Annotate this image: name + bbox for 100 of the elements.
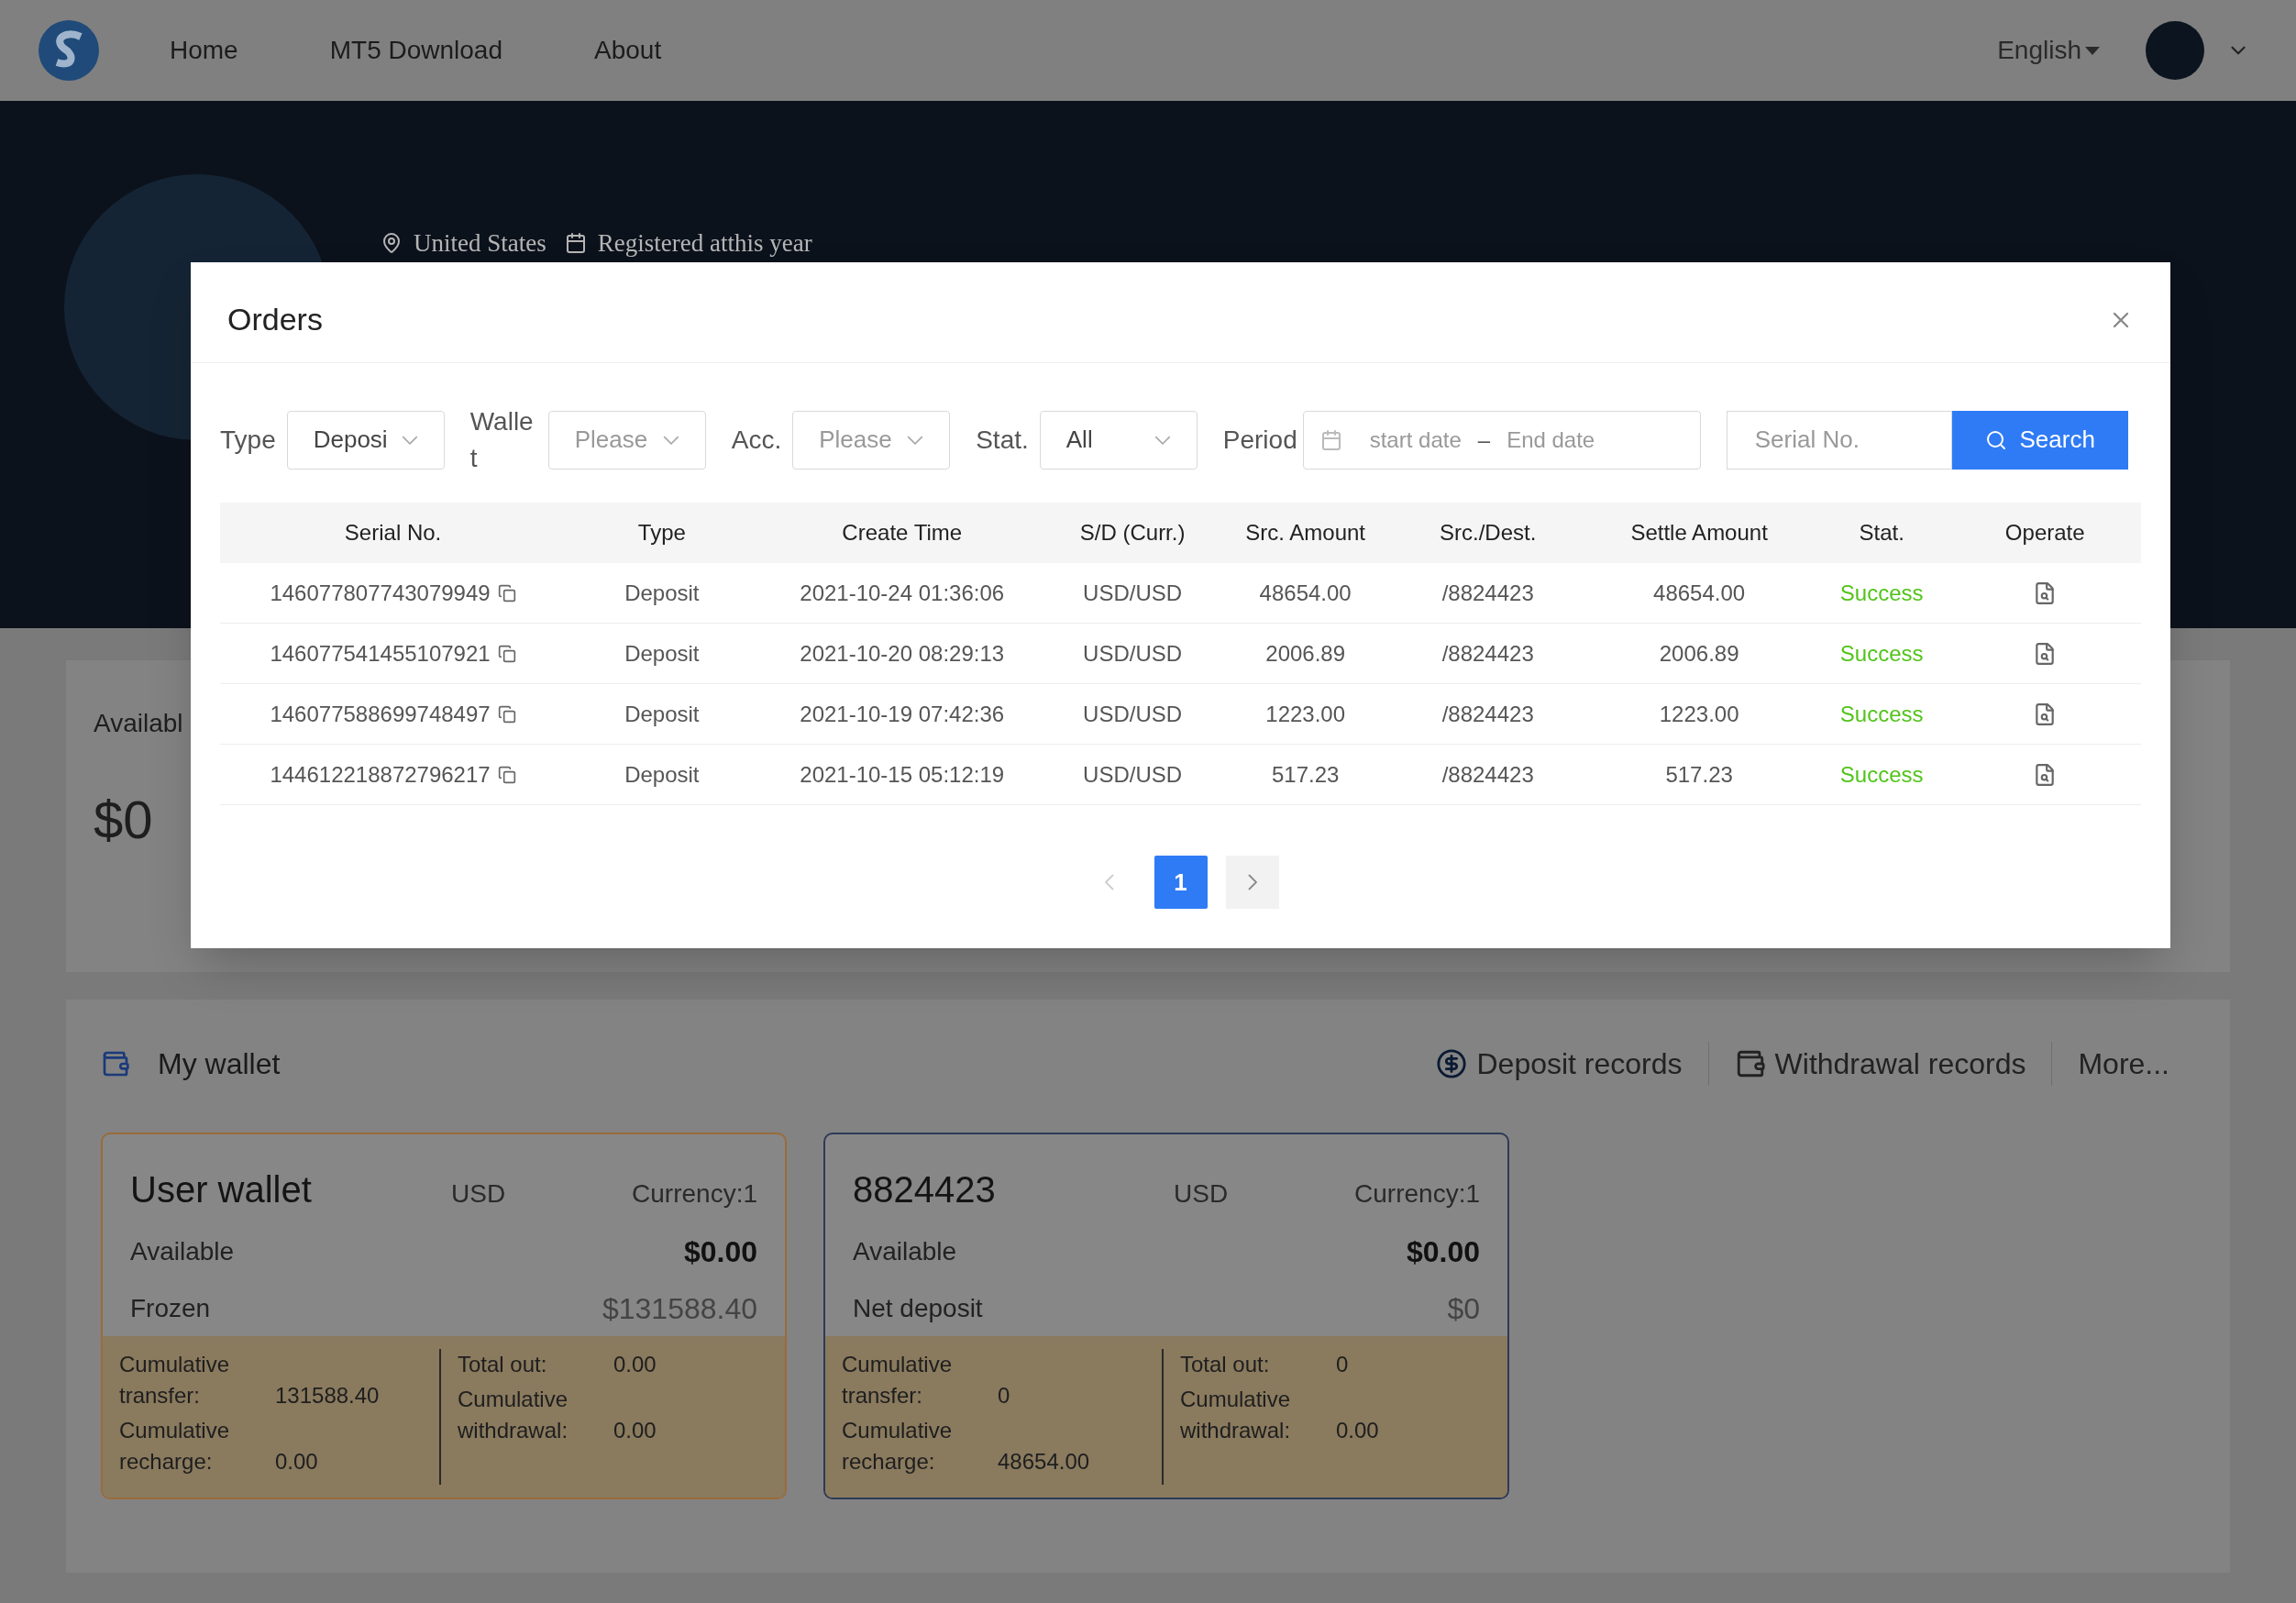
records-link[interactable]: More... bbox=[2078, 1042, 2169, 1086]
caret-icon bbox=[401, 435, 418, 445]
column-header: S/D (Curr.) bbox=[1078, 519, 1187, 547]
serial-number-field[interactable]: Serial No. bbox=[1726, 410, 1952, 470]
coin-icon bbox=[1436, 1048, 1468, 1079]
filter-dropdown[interactable]: Please bbox=[547, 410, 706, 470]
table-cell-text: 146077541455107921 bbox=[270, 639, 491, 668]
language-dropdown[interactable]: English bbox=[1997, 31, 2100, 70]
wallet-name: 8824423 bbox=[853, 1168, 997, 1211]
column-header: Type bbox=[636, 519, 687, 547]
table-cell-text: 48654.00 bbox=[1652, 579, 1747, 607]
table-cell-text: 2021-10-15 05:12:19 bbox=[799, 760, 1006, 789]
stat-value: 0 bbox=[998, 1382, 1010, 1410]
summary-value: $0 bbox=[94, 789, 153, 851]
dialog-title: Orders bbox=[227, 301, 323, 338]
filter-label: Period bbox=[1222, 424, 1297, 456]
table-cell-text: /8824423 bbox=[1441, 639, 1535, 668]
column-header: Src. Amount bbox=[1244, 519, 1367, 547]
table-cell-text: 144612218872796217 bbox=[270, 760, 491, 789]
table-cell-text: USD/USD bbox=[1082, 760, 1184, 789]
chevron-left-icon bbox=[1104, 874, 1114, 890]
table-cell-text: Deposit bbox=[624, 760, 701, 789]
table-cell-text: 1223.00 bbox=[1658, 700, 1740, 728]
summary-label: Availabl bbox=[94, 708, 183, 739]
records-link[interactable]: Deposit records bbox=[1476, 1042, 1683, 1086]
table-cell-text: 2021-10-24 01:36:06 bbox=[799, 579, 1006, 607]
caret-icon bbox=[907, 435, 924, 445]
table-cell-text: 517.23 bbox=[1270, 760, 1341, 789]
column-header: Stat. bbox=[1858, 519, 1905, 547]
copy-icon[interactable] bbox=[497, 583, 516, 603]
stat-value: 0.00 bbox=[613, 1417, 657, 1444]
stat-label: Total out: bbox=[458, 1351, 548, 1378]
stat-value: 48654.00 bbox=[998, 1448, 1090, 1476]
balance-value: $0.00 bbox=[1406, 1234, 1480, 1270]
wallet-icon bbox=[101, 1049, 130, 1078]
status-text: Success bbox=[1838, 579, 1925, 607]
nav-link[interactable]: Home bbox=[170, 31, 238, 70]
table-cell-text: USD/USD bbox=[1082, 579, 1184, 607]
stat-label: Cumulative recharge: bbox=[842, 1417, 954, 1476]
currency-count: Currency:1 bbox=[632, 1178, 757, 1210]
column-header: Serial No. bbox=[343, 519, 443, 547]
section-title: My wallet bbox=[158, 1046, 281, 1082]
filter-label: Wallet bbox=[469, 405, 535, 474]
filter-dropdown[interactable]: All bbox=[1039, 410, 1198, 470]
copy-icon[interactable] bbox=[497, 704, 516, 724]
table-cell-text: 2006.89 bbox=[1264, 639, 1347, 668]
table-cell-text: 146077807743079949 bbox=[270, 579, 491, 607]
date-range-field[interactable]: start date – End date bbox=[1302, 410, 1701, 470]
balance-label: Available bbox=[853, 1236, 957, 1267]
stat-label: Cumulative withdrawal: bbox=[1180, 1386, 1292, 1444]
stat-value: 0.00 bbox=[1336, 1417, 1379, 1444]
chevron-right-icon bbox=[1247, 874, 1257, 890]
balance-label: Net deposit bbox=[853, 1293, 983, 1324]
currency-code: USD bbox=[451, 1178, 506, 1210]
filter-label: Stat. bbox=[976, 424, 1029, 456]
stat-label: Cumulative withdrawal: bbox=[458, 1386, 569, 1444]
balance-value: $131588.40 bbox=[602, 1291, 757, 1327]
filter-label: Type bbox=[220, 424, 276, 456]
table-cell-text: Deposit bbox=[624, 579, 701, 607]
stat-value: 0.00 bbox=[613, 1351, 657, 1378]
column-header: Settle Amount bbox=[1629, 519, 1769, 547]
records-link[interactable]: Withdrawal records bbox=[1774, 1042, 2026, 1086]
table-cell-text: /8824423 bbox=[1441, 700, 1535, 728]
table-cell-text: 1223.00 bbox=[1264, 700, 1347, 728]
stat-label: Cumulative transfer: bbox=[119, 1351, 231, 1410]
balance-label: Available bbox=[130, 1236, 235, 1267]
stat-value: 131588.40 bbox=[275, 1382, 380, 1410]
table-cell-text: 2021-10-19 07:42:36 bbox=[799, 700, 1006, 728]
column-header: Src./Dest. bbox=[1439, 519, 1538, 547]
registration-text: Registered atthis year bbox=[597, 228, 812, 259]
column-header: Create Time bbox=[841, 519, 964, 547]
search-icon bbox=[1984, 428, 2007, 451]
table-cell-text: USD/USD bbox=[1082, 639, 1184, 668]
column-header: Operate bbox=[2003, 519, 2086, 547]
status-text: Success bbox=[1838, 760, 1925, 789]
page-button[interactable]: 1 bbox=[1154, 856, 1208, 909]
filter-dropdown[interactable]: Please bbox=[792, 410, 951, 470]
status-text: Success bbox=[1838, 639, 1925, 668]
balance-value: $0 bbox=[1447, 1291, 1480, 1327]
stat-value: 0 bbox=[1336, 1351, 1349, 1378]
logo-icon bbox=[37, 18, 101, 83]
stat-label: Cumulative recharge: bbox=[119, 1417, 231, 1476]
currency-count: Currency:1 bbox=[1354, 1178, 1480, 1210]
calendar-icon bbox=[1319, 428, 1342, 451]
caret-icon bbox=[662, 435, 679, 445]
stat-label: Total out: bbox=[1180, 1351, 1271, 1378]
location-text: United States bbox=[414, 228, 546, 259]
table-cell-text: USD/USD bbox=[1082, 700, 1184, 728]
nav-link[interactable]: About bbox=[594, 31, 662, 70]
table-cell-text: Deposit bbox=[624, 639, 701, 668]
filter-dropdown[interactable]: Deposi bbox=[286, 410, 445, 470]
stat-label: Cumulative transfer: bbox=[842, 1351, 954, 1410]
table-cell-text: Deposit bbox=[624, 700, 701, 728]
currency-code: USD bbox=[1174, 1178, 1229, 1210]
copy-icon[interactable] bbox=[497, 644, 516, 663]
location-pin-icon bbox=[381, 232, 403, 255]
copy-icon[interactable] bbox=[497, 765, 516, 784]
nav-link[interactable]: MT5 Download bbox=[329, 31, 502, 70]
search-button[interactable]: Search bbox=[1951, 410, 2128, 470]
filter-label: Acc. bbox=[731, 424, 782, 456]
